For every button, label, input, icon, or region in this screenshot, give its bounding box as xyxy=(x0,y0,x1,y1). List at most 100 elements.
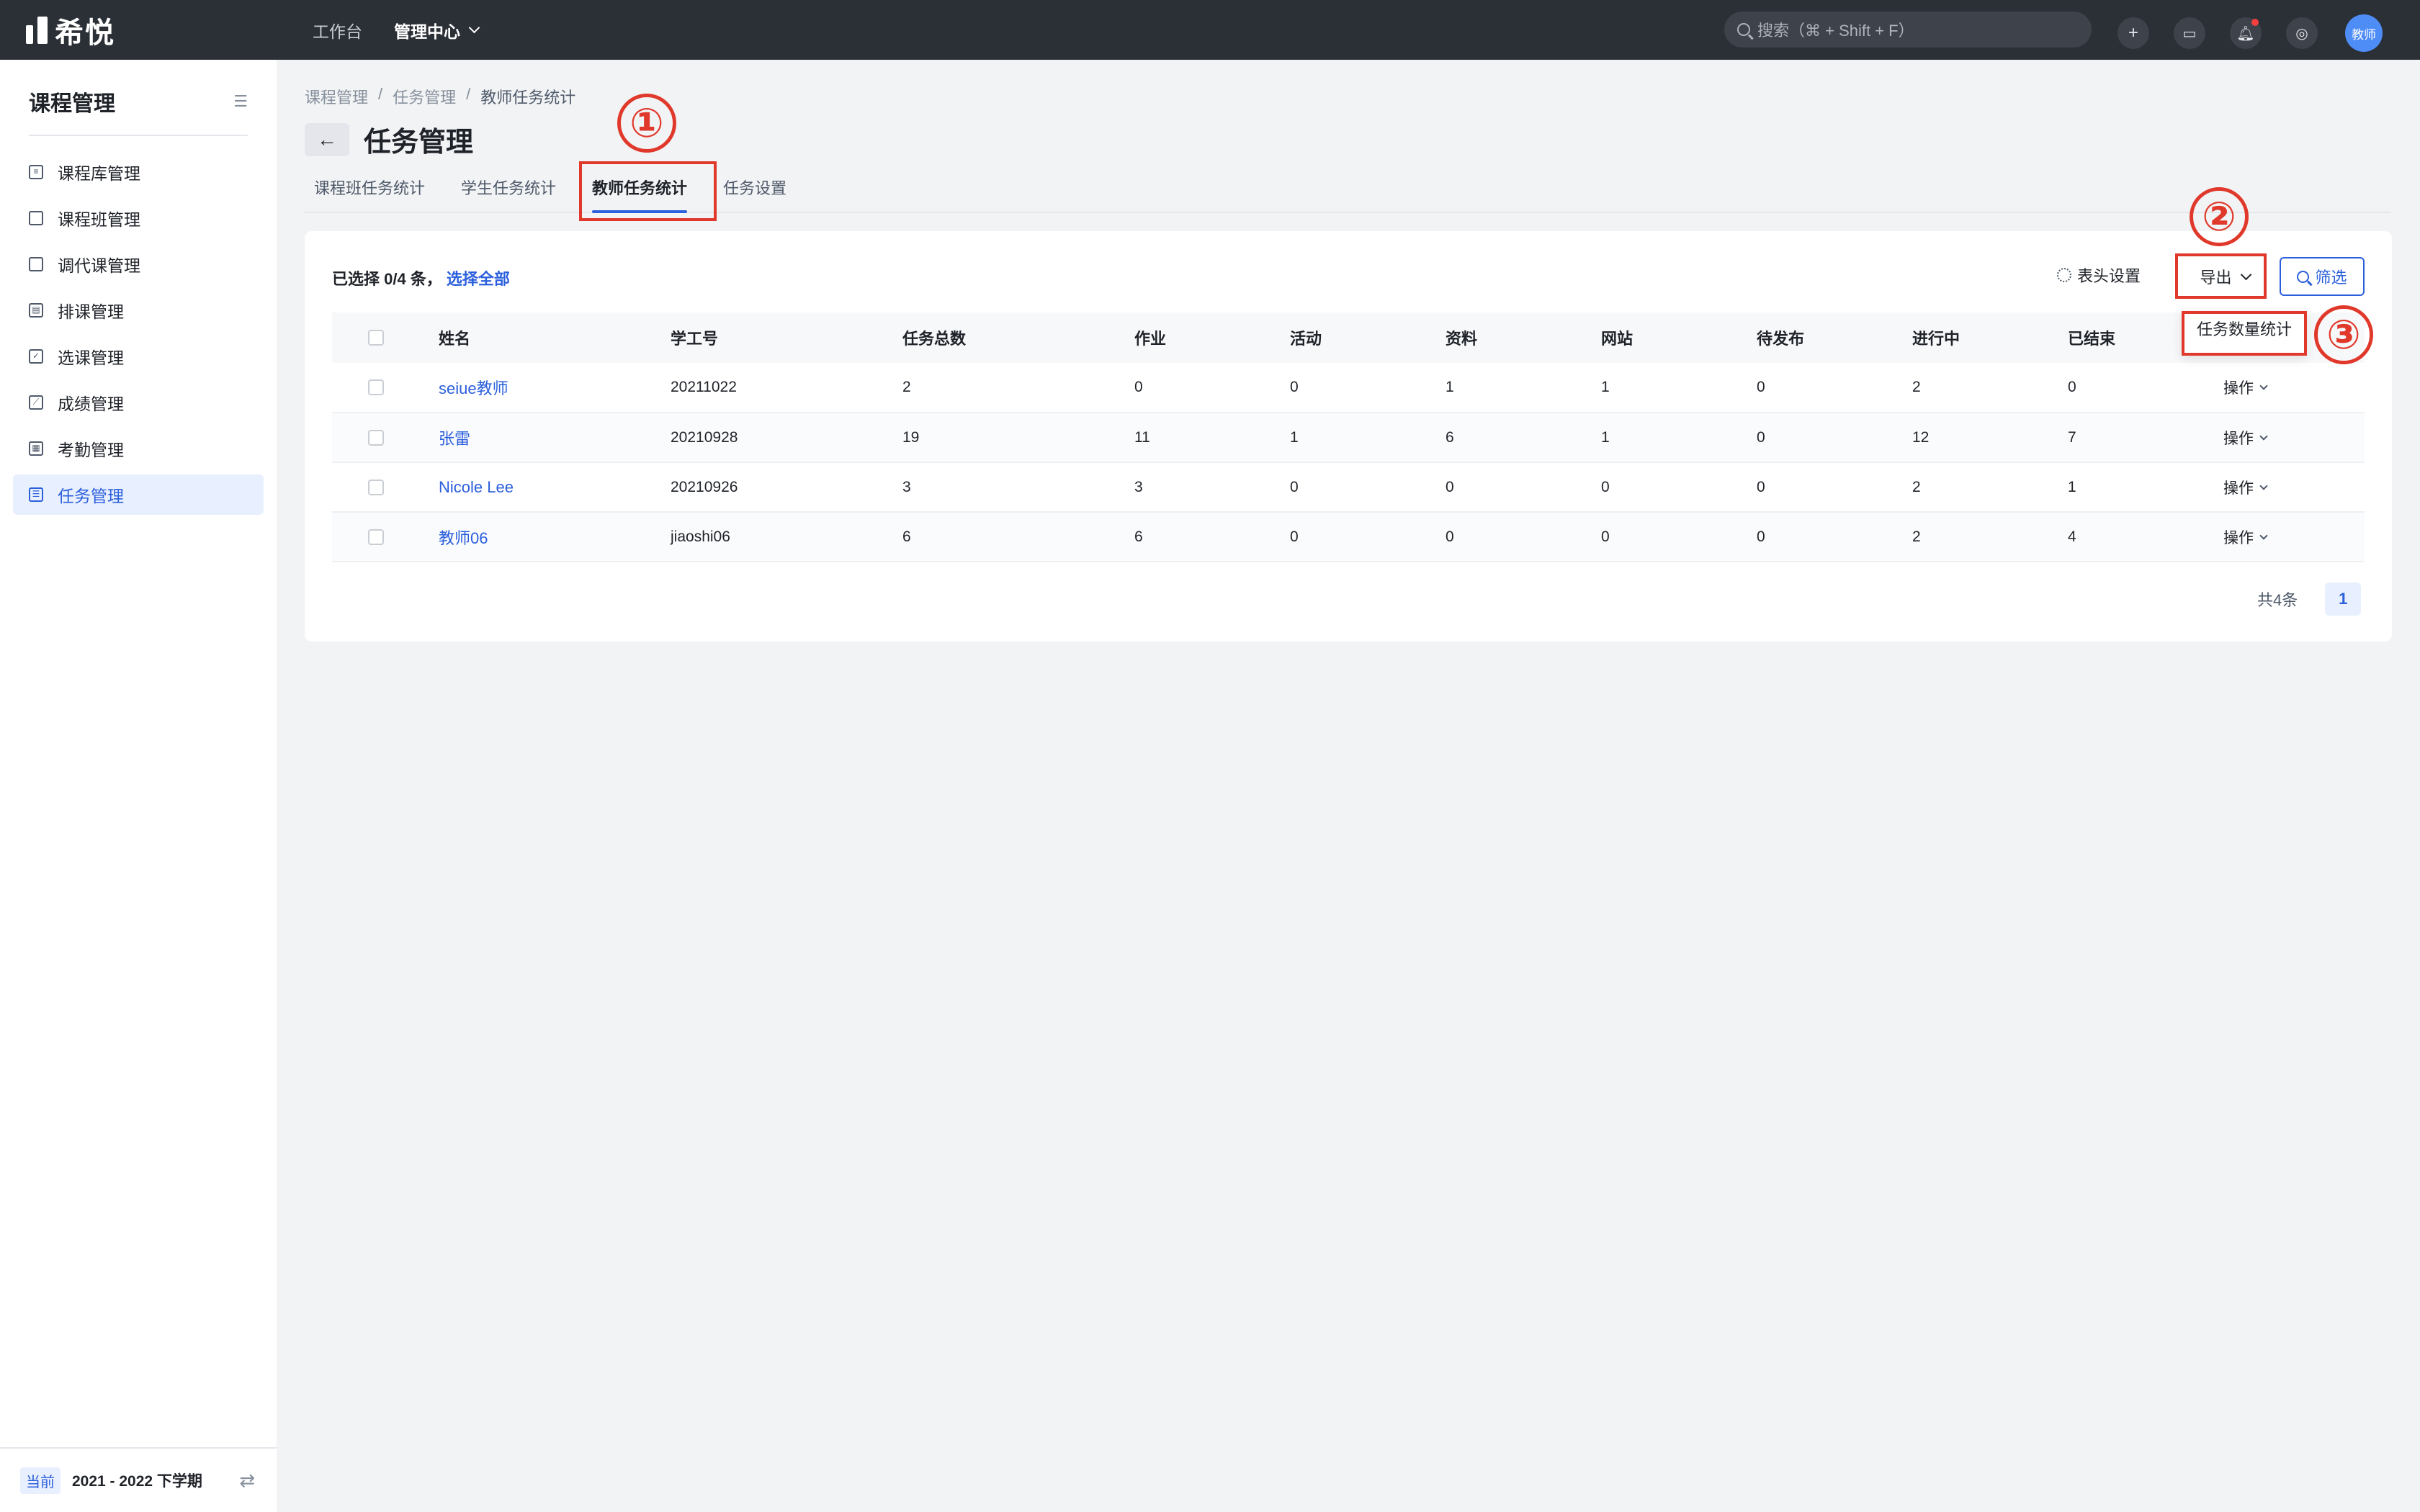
breadcrumb-task-management[interactable]: 任务管理 xyxy=(393,85,456,108)
name-cell: seiue教师 xyxy=(439,363,671,413)
bell-icon: 🔔︎ xyxy=(2236,25,2255,42)
table-cell: 0 xyxy=(1446,462,1601,513)
row-action-button[interactable]: 操作 xyxy=(2223,477,2365,498)
column-header: 学工号 xyxy=(671,312,902,363)
row-checkbox-cell xyxy=(332,462,439,513)
page-title: 任务管理 xyxy=(364,127,474,158)
messages-button[interactable]: ▭ xyxy=(2174,17,2205,49)
export-button[interactable]: 导出 xyxy=(2184,257,2265,296)
notifications-button[interactable]: 🔔︎ xyxy=(2230,17,2262,49)
row-action-label: 操作 xyxy=(2223,480,2254,497)
breadcrumb-separator: / xyxy=(466,85,471,103)
annotation-number-3: ③ xyxy=(2314,305,2373,364)
nav-admin-center[interactable]: 管理中心 xyxy=(394,18,480,42)
checkbox-icon: ✓ xyxy=(29,349,43,364)
search-icon xyxy=(1737,23,1750,36)
row-checkbox[interactable] xyxy=(368,379,384,395)
avatar[interactable]: 教师 xyxy=(2345,14,2383,52)
notification-dot xyxy=(2251,19,2259,26)
sidebar-item-label: 课程班管理 xyxy=(58,210,140,229)
tab-student-stats[interactable]: 学生任务统计 xyxy=(452,167,565,212)
header-settings-button[interactable]: 表头设置 xyxy=(2057,264,2141,287)
name-cell: Nicole Lee xyxy=(439,462,671,513)
table-cell: 11 xyxy=(1134,413,1290,463)
sidebar-item-scheduling[interactable]: ▤ 排课管理 xyxy=(13,290,264,330)
teacher-name-link[interactable]: Nicole Lee xyxy=(439,478,514,496)
select-all-checkbox[interactable] xyxy=(368,330,384,346)
sidebar-item-substitution[interactable]: 调代课管理 xyxy=(13,244,264,284)
chevron-down-icon xyxy=(468,22,480,34)
table-cell: 2 xyxy=(1912,363,2068,413)
annotation-number-2: ② xyxy=(2190,187,2249,246)
column-header: 作业 xyxy=(1134,312,1290,363)
table-body: seiue教师 20211022 2 0 0 1 1 0 2 0 操作 张雷 20210928 19 11 1… xyxy=(332,363,2365,562)
tab-task-settings[interactable]: 任务设置 xyxy=(714,167,796,212)
global-search-input[interactable]: 搜索（⌘ + Shift + F） xyxy=(1724,12,2092,48)
row-action-button[interactable]: 操作 xyxy=(2223,526,2365,548)
chevron-down-icon xyxy=(2259,531,2268,540)
nav-workbench[interactable]: 工作台 xyxy=(313,18,362,42)
page-button[interactable]: 1 xyxy=(2325,582,2362,616)
table-cell: 12 xyxy=(1912,413,2068,463)
tab-teacher-stats[interactable]: 教师任务统计 xyxy=(583,167,696,213)
name-cell: 教师06 xyxy=(439,512,671,562)
row-checkbox[interactable] xyxy=(368,429,384,446)
sidebar-menu: ≡ 课程库管理 课程班管理 调代课管理 ▤ 排课管理 ✓ 选课管理 ⟋ 成绩管理 ▦ 考勤… xyxy=(0,152,277,515)
tab-course-class-stats[interactable]: 课程班任务统计 xyxy=(305,167,434,212)
sidebar-item-attendance[interactable]: ▦ 考勤管理 xyxy=(13,428,264,469)
sidebar-header: 课程管理 ☰ xyxy=(29,86,248,136)
table-cell: 0 xyxy=(1757,413,1912,463)
term-switcher[interactable]: 当前 2021 - 2022 下学期 ⇄ xyxy=(0,1447,277,1512)
column-header: 任务总数 xyxy=(902,312,1134,363)
teacher-name-link[interactable]: 教师06 xyxy=(439,529,488,547)
name-cell: 张雷 xyxy=(439,413,671,463)
filter-label: 筛选 xyxy=(2315,269,2347,287)
table-cell: 6 xyxy=(902,512,1134,562)
column-header: 待发布 xyxy=(1757,312,1912,363)
breadcrumb-current: 教师任务统计 xyxy=(480,89,576,107)
sidebar-item-course-library[interactable]: ≡ 课程库管理 xyxy=(13,152,264,192)
grades-icon: ⟋ xyxy=(29,395,43,410)
compass-icon: ◎ xyxy=(2295,25,2308,42)
teacher-name-link[interactable]: 张雷 xyxy=(439,430,470,448)
row-checkbox[interactable] xyxy=(368,479,384,495)
sidebar-item-course-selection[interactable]: ✓ 选课管理 xyxy=(13,336,264,377)
table-cell: 3 xyxy=(1134,462,1290,513)
switch-icon[interactable]: ⇄ xyxy=(239,1470,255,1492)
table-cell: 0 xyxy=(1601,462,1757,513)
content-card: 已选择 0/4 条， 选择全部 表头设置 导出 筛选 姓名 学工号 任务总数 作业… xyxy=(305,231,2392,642)
filter-button[interactable]: 筛选 xyxy=(2280,257,2365,296)
row-checkbox-cell xyxy=(332,512,439,562)
select-all-link[interactable]: 选择全部 xyxy=(447,270,510,288)
row-action-button[interactable]: 操作 xyxy=(2223,427,2365,449)
sidebar: 课程管理 ☰ ≡ 课程库管理 课程班管理 调代课管理 ▤ 排课管理 ✓ 选课管理 ⟋ 成… xyxy=(0,60,277,1512)
table-row: 教师06 jiaoshi06 6 6 0 0 0 0 2 4 操作 xyxy=(332,512,2365,562)
collapse-sidebar-icon[interactable]: ☰ xyxy=(233,92,248,111)
sidebar-item-tasks[interactable]: ☰ 任务管理 xyxy=(13,474,264,515)
app-logo[interactable]: 希悦 xyxy=(26,9,115,51)
sidebar-item-course-class[interactable]: 课程班管理 xyxy=(13,198,264,238)
export-task-count-item[interactable]: 任务数量统计 xyxy=(2197,317,2292,340)
row-checkbox-cell xyxy=(332,363,439,413)
row-action-button[interactable]: 操作 xyxy=(2223,377,2365,398)
column-header: 姓名 xyxy=(439,312,671,363)
teacher-name-link[interactable]: seiue教师 xyxy=(439,379,508,397)
sidebar-item-grades[interactable]: ⟋ 成绩管理 xyxy=(13,382,264,423)
breadcrumb-course-management[interactable]: 课程管理 xyxy=(305,85,368,108)
table-cell: 0 xyxy=(1290,363,1446,413)
row-action-label: 操作 xyxy=(2223,430,2254,447)
row-checkbox[interactable] xyxy=(368,528,384,545)
sidebar-item-label: 排课管理 xyxy=(58,302,124,321)
action-cell: 操作 xyxy=(2223,413,2365,463)
header-checkbox-cell xyxy=(332,312,439,363)
back-button[interactable]: ← xyxy=(305,122,349,156)
table-row: 张雷 20210928 19 11 1 6 1 0 12 7 操作 xyxy=(332,413,2365,463)
table-cell: 0 xyxy=(1290,462,1446,513)
top-nav: 工作台 管理中心 xyxy=(313,18,480,42)
add-button[interactable]: + xyxy=(2118,17,2149,49)
table-cell: jiaoshi06 xyxy=(671,512,902,562)
help-button[interactable]: ◎ xyxy=(2286,17,2318,49)
selection-info: 已选择 0/4 条， 选择全部 xyxy=(332,266,510,289)
header-settings-label: 表头设置 xyxy=(2077,267,2141,285)
table-row: seiue教师 20211022 2 0 0 1 1 0 2 0 操作 xyxy=(332,363,2365,413)
